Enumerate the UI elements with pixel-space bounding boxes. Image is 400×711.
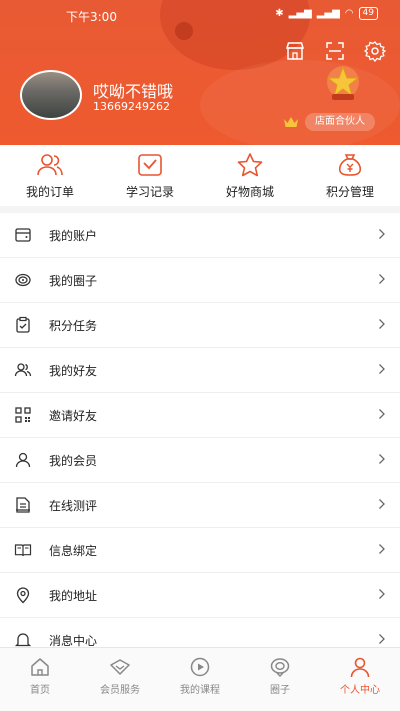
location-icon — [16, 587, 30, 604]
play-icon — [190, 657, 210, 677]
book-icon — [14, 544, 32, 557]
menu-item-assessment[interactable]: 在线测评 — [0, 483, 400, 528]
menu-item-circle[interactable]: 我的圈子 — [0, 258, 400, 303]
menu-item-member[interactable]: 我的会员 — [0, 438, 400, 483]
menu-item-label: 积分任务 — [49, 318, 98, 333]
menu-item-invite[interactable]: 邀请好友 — [0, 393, 400, 438]
menu-item-friends[interactable]: 我的好友 — [0, 348, 400, 393]
money-bag-icon — [338, 154, 362, 176]
tab-personal-center[interactable]: 个人中心 — [320, 648, 400, 701]
person-tab-icon — [350, 657, 370, 678]
menu-item-address[interactable]: 我的地址 — [0, 573, 400, 618]
menu-item-points-task[interactable]: 积分任务 — [0, 303, 400, 348]
chevron-right-icon — [379, 499, 385, 509]
partner-badge[interactable]: 店面合伙人 — [305, 113, 375, 131]
quick-my-orders[interactable]: 我的订单 — [0, 145, 100, 206]
signal2-icon: ▂▄▆ — [316, 8, 340, 19]
chevron-right-icon — [379, 229, 385, 239]
quick-mall[interactable]: 好物商城 — [200, 145, 300, 206]
level-star-badge-icon — [318, 64, 368, 104]
settings-gear-icon[interactable] — [363, 40, 387, 63]
friends-icon — [14, 363, 32, 377]
crown-icon — [283, 114, 299, 128]
status-bar: 下午3:00 ✱ ▂▄▆ ▂▄▆ ◠ 49 — [0, 0, 400, 28]
home-icon — [31, 658, 49, 676]
user-group-icon — [37, 154, 63, 176]
vip-icon — [110, 659, 130, 675]
tab-label: 首页 — [30, 685, 50, 696]
chevron-right-icon — [379, 634, 385, 644]
quick-label: 好物商城 — [225, 185, 274, 199]
quick-learning-record[interactable]: 学习记录 — [100, 145, 200, 206]
chevron-right-icon — [379, 274, 385, 284]
chevron-right-icon — [379, 544, 385, 554]
person-icon — [15, 452, 31, 468]
status-icons: ✱ ▂▄▆ ▂▄▆ ◠ 49 — [275, 7, 378, 20]
menu-item-label: 邀请好友 — [49, 408, 98, 423]
user-name: 哎呦不错哦 — [93, 82, 174, 101]
menu-item-label: 我的会员 — [49, 453, 98, 468]
bottom-tab-bar: 首页 会员服务 我的课程 圈子 个人中心 — [0, 647, 400, 701]
header-actions — [284, 40, 387, 63]
tab-my-courses[interactable]: 我的课程 — [160, 648, 240, 701]
menu-item-label: 我的圈子 — [49, 273, 98, 288]
chevron-right-icon — [379, 589, 385, 599]
document-icon — [16, 497, 30, 513]
circle-icon — [15, 273, 31, 287]
chevron-right-icon — [379, 454, 385, 464]
battery-icon: 49 — [358, 7, 378, 20]
wifi-icon: ◠ — [344, 8, 354, 19]
tab-label: 会员服务 — [100, 685, 140, 696]
qrcode-icon — [15, 407, 31, 423]
menu-item-label: 在线测评 — [49, 498, 98, 513]
tab-member-service[interactable]: 会员服务 — [80, 648, 160, 701]
scan-icon[interactable] — [324, 40, 346, 62]
wallet-icon — [15, 228, 31, 242]
tab-circle[interactable]: 圈子 — [240, 648, 320, 701]
quick-label: 积分管理 — [325, 185, 374, 199]
avatar[interactable] — [20, 70, 82, 120]
tab-label: 圈子 — [270, 685, 290, 696]
check-doc-icon — [138, 154, 162, 176]
menu-item-label: 消息中心 — [49, 633, 98, 648]
chevron-right-icon — [379, 409, 385, 419]
bluetooth-icon: ✱ — [275, 8, 284, 19]
quick-points[interactable]: 积分管理 — [300, 145, 400, 206]
profile-header: 下午3:00 ✱ ▂▄▆ ▂▄▆ ◠ 49 哎呦不错哦 13669249262 … — [0, 0, 400, 145]
menu-item-label: 我的地址 — [49, 588, 98, 603]
menu-item-binding[interactable]: 信息绑定 — [0, 528, 400, 573]
store-icon[interactable] — [284, 40, 306, 62]
quick-label: 我的订单 — [25, 185, 74, 199]
tab-home[interactable]: 首页 — [0, 648, 80, 701]
chevron-right-icon — [379, 319, 385, 329]
star-icon — [237, 153, 263, 177]
quick-actions: 我的订单 学习记录 好物商城 积分管理 — [0, 145, 400, 206]
tab-label: 个人中心 — [340, 685, 380, 696]
menu-item-account[interactable]: 我的账户 — [0, 213, 400, 258]
system-home-bar — [0, 700, 400, 711]
menu-list: 我的账户 我的圈子 积分任务 我的好友 邀请好友 我的会员 在线测评 信息绑定 — [0, 213, 400, 663]
chevron-right-icon — [379, 364, 385, 374]
menu-item-label: 我的好友 — [49, 363, 98, 378]
quick-label: 学习记录 — [125, 185, 174, 199]
user-phone: 13669249262 — [93, 100, 170, 113]
clipboard-check-icon — [16, 316, 30, 333]
menu-item-label: 信息绑定 — [49, 543, 98, 558]
menu-item-label: 我的账户 — [49, 228, 98, 243]
signal-icon: ▂▄▆ — [288, 8, 312, 19]
circle-tab-icon — [270, 658, 290, 677]
status-time: 下午3:00 — [66, 10, 117, 24]
header-decoration-wave — [200, 60, 400, 145]
tab-label: 我的课程 — [180, 685, 220, 696]
